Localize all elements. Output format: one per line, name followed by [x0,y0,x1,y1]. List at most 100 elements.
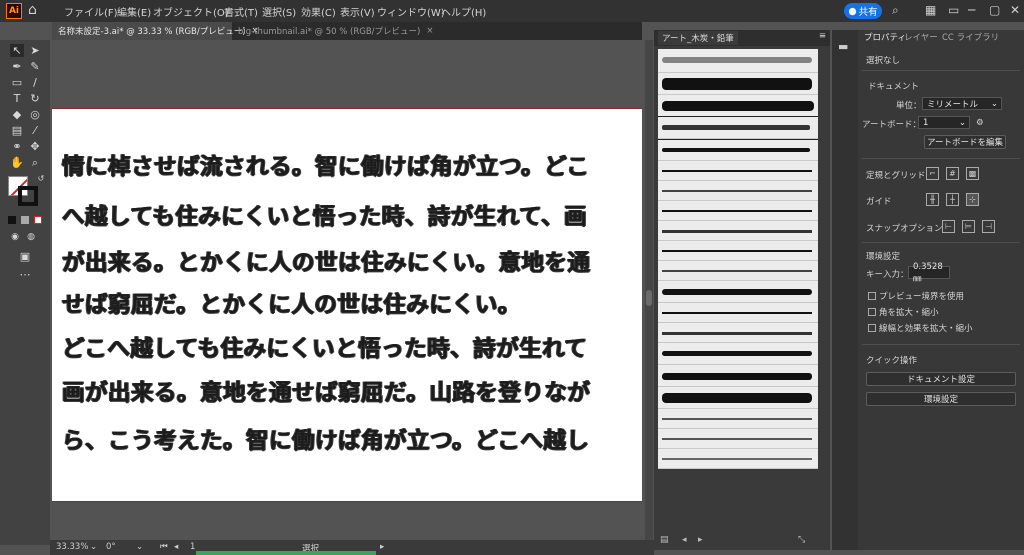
lock-guides-icon[interactable]: ┼ [946,193,959,206]
brush-item[interactable] [658,387,818,409]
menu-file[interactable]: ファイル(F) [64,4,118,19]
artboard-text-line[interactable]: せば窮屈だ。とかくに人の世は住みにくい。 [62,287,521,319]
maximize-button[interactable]: ▢ [989,3,1000,17]
panel-menu-icon[interactable]: ≡ [819,31,826,41]
artboard-text-line[interactable]: どこへ越しても住みにくいと悟った時、詩が生れて [62,331,587,363]
brush-item[interactable] [658,95,818,117]
tab-properties[interactable]: プロパティ [864,31,906,43]
color-mode-icon[interactable] [8,216,16,224]
direct-selection-tool-icon[interactable]: ➤ [28,44,42,57]
brush-panel-title[interactable]: アート_木炭・鉛筆 [658,31,738,45]
brush-item[interactable] [658,303,818,323]
key-input-field[interactable]: 0.3528 ㎜ [908,262,950,284]
screen-mode-icon[interactable]: ▣ [18,250,32,263]
brush-item[interactable] [658,449,818,469]
delete-icon[interactable]: ⤡ [798,535,805,545]
first-page-icon[interactable]: ⏮ [160,542,168,552]
artboard-text-line[interactable]: が出来る。とかくに人の世は住みにくい。意地を通 [62,245,591,277]
brush-item[interactable] [658,365,818,387]
type-tool-icon[interactable]: T [10,92,24,105]
more-tools-icon[interactable]: ⋯ [18,268,32,281]
artboard-options-icon[interactable]: ⚙ [976,118,984,128]
draw-inside-icon[interactable]: ◍ [24,232,38,242]
menu-effect[interactable]: 効果(C) [301,4,336,19]
brush-item-selected[interactable] [658,116,818,140]
brush-item[interactable] [658,261,818,281]
home-icon[interactable]: ⌂ [28,2,37,18]
menu-window[interactable]: ウィンドウ(W) [377,4,445,19]
guides-icon[interactable]: ╫ [926,193,939,206]
brush-item[interactable] [658,241,818,261]
checkbox-preview-bounds[interactable]: プレビュー境界を使用 [868,290,964,302]
grid-icon[interactable]: # [946,167,959,180]
artboard-text-line[interactable]: 情に棹させば流される。智に働けば角が立つ。どこ [62,149,589,181]
snap-glyph-icon[interactable]: ⊣ [982,220,995,233]
artboard[interactable]: 情に棹させば流される。智に働けば角が立つ。どこ へ越しても住みにくいと悟った時、… [52,108,642,502]
zoom-tool-icon[interactable]: ⌕ [28,156,42,170]
rotate-value[interactable]: 0° [106,542,116,552]
brush-list[interactable] [658,49,818,469]
tab-inactive-document[interactable]: big-thumbnail.ai* @ 50 % (RGB/プレビュー) × [232,22,434,40]
preferences-button[interactable]: 環境設定 [866,392,1016,406]
menu-object[interactable]: オブジェクト(O) [153,4,229,19]
brush-item[interactable] [658,49,818,73]
close-window-button[interactable]: ✕ [1010,3,1020,17]
brush-item[interactable] [658,201,818,221]
draw-mode-icon[interactable]: ◉ [8,232,22,242]
gradient-mode-icon[interactable] [21,216,29,224]
menu-help[interactable]: ヘルプ(H) [441,4,486,19]
share-button[interactable]: ● 共有 [844,3,882,19]
close-tab-icon[interactable]: × [426,26,433,36]
artboard-text-line[interactable]: 画が出来る。意地を通せば窮屈だ。山路を登りなが [62,375,590,407]
gradient-tool-icon[interactable]: ▤ [10,124,24,137]
menu-type[interactable]: 書式(T) [224,4,258,19]
hand-tool-icon[interactable]: ✋ [10,156,24,169]
arrange-dropdown-icon[interactable]: ▭ [948,3,959,17]
page-number[interactable]: 1 [190,542,195,552]
brush-item[interactable] [658,323,818,343]
brush-item[interactable] [658,221,818,241]
canvas-vertical-scrollbar[interactable] [645,40,653,540]
tab-layers[interactable]: レイヤー [904,31,938,43]
snap-point-icon[interactable]: ⊢ [942,220,955,233]
tab-active-document[interactable]: 名称未設定-3.ai* @ 33.33 % (RGB/プレビュー) × [52,22,259,40]
edit-artboard-button[interactable]: アートボードを編集 [924,135,1006,149]
artboard-text-line[interactable]: へ越しても住みにくいと悟った時、詩が生れて、画 [62,199,587,231]
rectangle-tool-icon[interactable]: ▭ [10,76,24,89]
brush-item[interactable] [658,429,818,449]
warp-tool-icon[interactable]: ◎ [28,108,42,121]
tab-cc-libraries[interactable]: CC ライブラリ [942,31,999,43]
folder-icon[interactable]: ▤ [660,535,669,545]
snap-pixel-icon[interactable]: ⊨ [962,220,975,233]
unit-select[interactable]: ミリメートル ⌄ [922,97,1002,110]
artboard-select[interactable]: 1 ⌄ [918,116,970,129]
arrange-icon[interactable]: ▦ [925,3,936,17]
next-icon[interactable]: ▸ [380,542,384,552]
document-settings-button[interactable]: ドキュメント設定 [866,372,1016,386]
curvature-tool-icon[interactable]: ✎ [28,60,42,73]
menu-select[interactable]: 選択(S) [262,4,296,19]
minimize-button[interactable]: ─ [968,3,975,17]
next-icon[interactable]: ▸ [698,535,703,545]
transparency-grid-icon[interactable]: ▩ [966,167,979,180]
brush-item[interactable] [658,343,818,365]
brush-item[interactable] [658,181,818,201]
search-icon[interactable]: ⌕ [892,3,899,18]
smart-guides-icon[interactable]: ⊹ [966,193,979,206]
menu-view[interactable]: 表示(V) [340,4,375,19]
eraser-tool-icon[interactable]: ◆ [10,108,24,121]
brush-item[interactable] [658,161,818,181]
checkbox-scale-corners[interactable]: 角を拡大・縮小 [868,306,939,318]
prev-page-icon[interactable]: ◂ [174,542,178,552]
paintbrush-tool-icon[interactable]: / [28,76,42,89]
chevron-down-icon[interactable]: ⌄ [90,542,97,552]
none-mode-icon[interactable] [34,216,42,224]
zoom-level[interactable]: 33.33% [56,542,88,552]
chevron-down-icon[interactable]: ⌄ [136,542,143,552]
brush-item[interactable] [658,139,818,161]
eyedropper-tool-icon[interactable]: ⁄ [28,124,42,137]
scrollbar-thumb[interactable] [646,290,652,306]
swap-colors-icon[interactable]: ↺ [34,174,48,183]
brush-item[interactable] [658,281,818,303]
menu-edit[interactable]: 編集(E) [117,4,151,19]
